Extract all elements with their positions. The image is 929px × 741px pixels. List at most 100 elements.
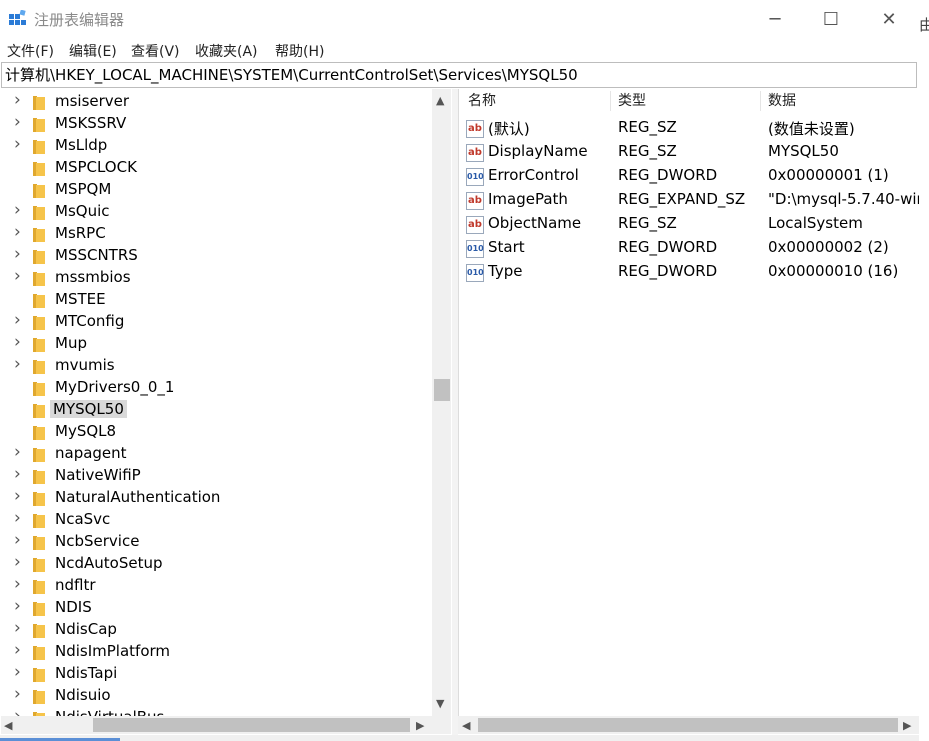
tree-item[interactable]: › NativeWifiP <box>0 464 452 487</box>
value-name: Start <box>488 238 525 256</box>
menu-bar: 文件(F) 编辑(E) 查看(V) 收藏夹(A) 帮助(H) <box>0 38 919 62</box>
value-name: ObjectName <box>488 214 582 232</box>
chevron-right-icon[interactable]: › <box>14 112 21 132</box>
value-type: REG_SZ <box>618 214 677 232</box>
column-divider[interactable] <box>760 91 761 111</box>
tree-item[interactable]: › MsRPC <box>0 222 452 245</box>
tree-item[interactable]: › MsQuic <box>0 200 452 223</box>
chevron-right-icon[interactable]: › <box>14 530 21 550</box>
scroll-up-icon[interactable]: ▲ <box>436 94 444 107</box>
tree-item[interactable]: › NdisImPlatform <box>0 640 452 663</box>
tree-item[interactable]: › NcdAutoSetup <box>0 552 452 575</box>
tree-item[interactable]: › NdisTapi <box>0 662 452 685</box>
list-scroll-right-icon[interactable]: ▶ <box>903 719 911 732</box>
chevron-right-icon[interactable]: › <box>14 310 21 330</box>
chevron-right-icon[interactable]: › <box>14 618 21 638</box>
tree-scroll-left-icon[interactable]: ◀ <box>4 719 12 732</box>
background-glyph: 由 <box>919 16 929 34</box>
chevron-right-icon[interactable]: › <box>14 640 21 660</box>
value-row[interactable]: ab ObjectName REG_SZ LocalSystem <box>459 213 919 237</box>
value-row[interactable]: 010 Type REG_DWORD 0x00000010 (16) <box>459 261 919 285</box>
title-bar[interactable]: 注册表编辑器 ─ ☐ ✕ <box>0 0 919 38</box>
maximize-button[interactable]: ☐ <box>808 0 854 38</box>
tree-item[interactable]: › Mup <box>0 332 452 355</box>
tree-vertical-scrollbar[interactable] <box>432 89 451 716</box>
tree-item-label: MsRPC <box>55 224 106 242</box>
string-value-icon: ab <box>466 120 484 138</box>
tree-item-label: mssmbios <box>55 268 131 286</box>
chevron-right-icon[interactable]: › <box>14 200 21 220</box>
tree-item[interactable]: › mvumis <box>0 354 452 377</box>
tree-item-label: MsQuic <box>55 202 110 220</box>
chevron-right-icon[interactable]: › <box>14 508 21 528</box>
tree-item-label: NaturalAuthentication <box>55 488 221 506</box>
tree-vertical-scroll-thumb[interactable] <box>434 379 450 401</box>
menu-file[interactable]: 文件(F) <box>7 41 54 61</box>
scroll-down-icon[interactable]: ▼ <box>436 697 444 710</box>
folder-icon <box>33 96 45 110</box>
chevron-right-icon[interactable]: › <box>14 442 21 462</box>
tree-item[interactable]: › MTConfig <box>0 310 452 333</box>
chevron-right-icon[interactable]: › <box>14 134 21 154</box>
list-scroll-left-icon[interactable]: ◀ <box>462 719 470 732</box>
chevron-right-icon[interactable]: › <box>14 332 21 352</box>
close-button[interactable]: ✕ <box>866 0 912 38</box>
chevron-right-icon[interactable]: › <box>14 464 21 484</box>
tree-scroll-right-icon[interactable]: ▶ <box>416 719 424 732</box>
tree-item[interactable]: MySQL8 <box>0 421 452 443</box>
value-row[interactable]: ab DisplayName REG_SZ MYSQL50 <box>459 141 919 165</box>
chevron-right-icon[interactable]: › <box>14 552 21 572</box>
value-row[interactable]: ab ImagePath REG_EXPAND_SZ "D:\mysql-5.7.40… <box>459 189 919 213</box>
chevron-right-icon[interactable]: › <box>14 90 21 110</box>
tree-item[interactable]: › NcaSvc <box>0 508 452 531</box>
tree-horizontal-scroll-thumb[interactable] <box>93 718 410 732</box>
chevron-right-icon[interactable]: › <box>14 244 21 264</box>
column-header-data[interactable]: 数据 <box>768 89 796 113</box>
list-horizontal-scroll-thumb[interactable] <box>478 718 898 732</box>
value-data: 0x00000010 (16) <box>768 262 899 280</box>
tree-item[interactable]: › mssmbios <box>0 266 452 289</box>
tree-item[interactable]: › NcbService <box>0 530 452 553</box>
tree-item-label: NativeWifiP <box>55 466 141 484</box>
chevron-right-icon[interactable]: › <box>14 596 21 616</box>
tree-item[interactable]: MSTEE <box>0 289 452 311</box>
chevron-right-icon[interactable]: › <box>14 574 21 594</box>
string-value-icon: ab <box>466 192 484 210</box>
menu-help[interactable]: 帮助(H) <box>275 41 324 61</box>
chevron-right-icon[interactable]: › <box>14 486 21 506</box>
column-divider[interactable] <box>610 91 611 111</box>
tree-item[interactable]: › ndfltr <box>0 574 452 597</box>
value-row[interactable]: 010 Start REG_DWORD 0x00000002 (2) <box>459 237 919 261</box>
value-row[interactable]: ab (默认) REG_SZ (数值未设置) <box>459 117 919 141</box>
value-row[interactable]: 010 ErrorControl REG_DWORD 0x00000001 (1) <box>459 165 919 189</box>
tree-item[interactable]: › napagent <box>0 442 452 465</box>
chevron-right-icon[interactable]: › <box>14 662 21 682</box>
tree-item[interactable]: MyDrivers0_0_1 <box>0 377 452 399</box>
tree-item[interactable]: MYSQL50 <box>0 399 452 421</box>
column-header-type[interactable]: 类型 <box>618 89 646 113</box>
tree-item-label: MSPCLOCK <box>55 158 137 176</box>
tree-item[interactable]: › NdisCap <box>0 618 452 641</box>
tree-item[interactable]: MSPCLOCK <box>0 157 452 179</box>
chevron-right-icon[interactable]: › <box>14 266 21 286</box>
minimize-button[interactable]: ─ <box>752 0 798 38</box>
menu-edit[interactable]: 编辑(E) <box>69 41 117 61</box>
tree-item[interactable]: › NaturalAuthentication <box>0 486 452 509</box>
tree-item[interactable]: › NDIS <box>0 596 452 619</box>
address-bar[interactable]: 计算机\HKEY_LOCAL_MACHINE\SYSTEM\CurrentCon… <box>1 62 917 88</box>
folder-icon <box>33 404 45 418</box>
chevron-right-icon[interactable]: › <box>14 684 21 704</box>
folder-icon <box>33 360 45 374</box>
tree-item[interactable]: › msiserver <box>0 90 452 113</box>
tree-item[interactable]: › MsLldp <box>0 134 452 157</box>
column-header-name[interactable]: 名称 <box>468 89 496 113</box>
menu-favorites[interactable]: 收藏夹(A) <box>195 41 258 61</box>
tree-item[interactable]: MSPQM <box>0 179 452 201</box>
folder-icon <box>33 206 45 220</box>
tree-item[interactable]: › Ndisuio <box>0 684 452 707</box>
tree-item[interactable]: › MSKSSRV <box>0 112 452 135</box>
menu-view[interactable]: 查看(V) <box>131 41 180 61</box>
chevron-right-icon[interactable]: › <box>14 222 21 242</box>
tree-item[interactable]: › MSSCNTRS <box>0 244 452 267</box>
chevron-right-icon[interactable]: › <box>14 354 21 374</box>
